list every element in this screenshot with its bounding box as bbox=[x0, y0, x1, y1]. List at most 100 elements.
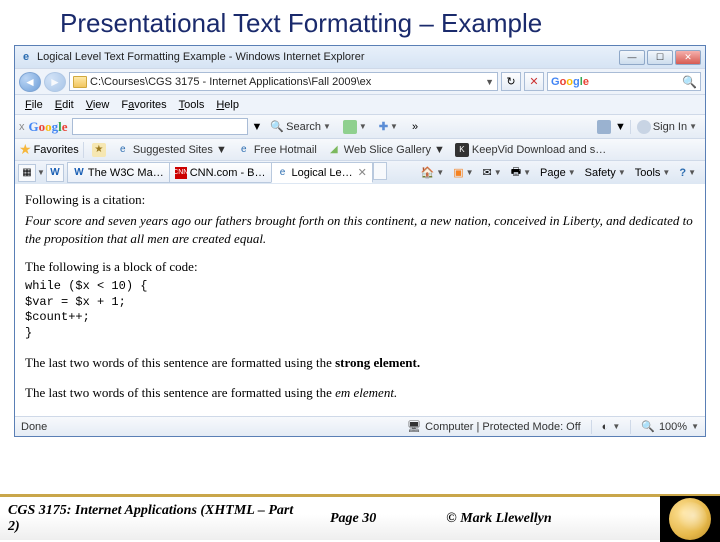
ie-small-icon: e bbox=[237, 143, 251, 157]
tab-label: Logical Le… bbox=[292, 167, 353, 179]
home-icon: 🏠 bbox=[421, 166, 435, 179]
tab-w3c[interactable]: WThe W3C Ma… bbox=[67, 162, 170, 183]
zoom-level: 100% bbox=[659, 421, 687, 433]
cnn-favicon: CNN bbox=[175, 167, 187, 179]
minimize-button[interactable]: — bbox=[619, 50, 645, 65]
favbar-hotmail[interactable]: eFree Hotmail bbox=[233, 143, 321, 157]
folder-icon bbox=[73, 76, 87, 88]
tab-label: The W3C Ma… bbox=[88, 167, 164, 179]
google-toolbar-search[interactable] bbox=[72, 118, 248, 135]
menu-bar: File Edit View Favorites Tools Help bbox=[15, 94, 705, 114]
feeds-button[interactable]: ▣▼ bbox=[450, 166, 476, 179]
toolbar-search-label: Search bbox=[286, 121, 321, 133]
tools-menu[interactable]: Tools▼ bbox=[632, 167, 674, 179]
favorites-bar: ★ Favorites ★ eSuggested Sites▼ eFree Ho… bbox=[15, 138, 705, 160]
slide-title: Presentational Text Formatting – Example bbox=[0, 0, 720, 45]
toolbar-share-button[interactable]: ▼ bbox=[339, 120, 371, 134]
tab-logical[interactable]: eLogical Le… ✕ bbox=[271, 162, 373, 183]
citation-intro: Following is a citation: bbox=[25, 192, 695, 208]
webslice-icon: ◢ bbox=[327, 143, 341, 157]
strong-example-prefix: The last two words of this sentence are … bbox=[25, 355, 335, 370]
address-dropdown-icon[interactable]: ▼ bbox=[485, 77, 494, 87]
em-element: em element. bbox=[335, 385, 397, 400]
page-menu[interactable]: Page▼ bbox=[537, 167, 579, 179]
toolbar-search-button[interactable]: 🔍 Search ▼ bbox=[266, 120, 334, 133]
help-icon: ? bbox=[679, 167, 686, 179]
share-icon bbox=[343, 120, 357, 134]
favbar-webslice[interactable]: ◢Web Slice Gallery▼ bbox=[323, 143, 449, 157]
favorites-star-icon[interactable]: ★ bbox=[19, 141, 32, 158]
footer-course: CGS 3175: Internet Applications (XHTML –… bbox=[0, 503, 300, 535]
em-example: The last two words of this sentence are … bbox=[25, 385, 695, 401]
new-tab-button[interactable] bbox=[373, 162, 387, 180]
window-title: Logical Level Text Formatting Example - … bbox=[37, 51, 365, 63]
pegasus-icon bbox=[669, 498, 711, 540]
em-example-prefix: The last two words of this sentence are … bbox=[25, 385, 335, 400]
google-toolbar: x Google ▼ 🔍 Search ▼ ▼ ✚▼ » ▼ Sign In ▼ bbox=[15, 114, 705, 138]
back-button[interactable]: ◄ bbox=[19, 72, 41, 92]
footer-author: © Mark Llewellyn bbox=[406, 511, 551, 527]
menu-tools[interactable]: Tools bbox=[173, 99, 211, 111]
menu-help[interactable]: Help bbox=[210, 99, 245, 111]
address-field[interactable]: C:\Courses\CGS 3175 - Internet Applicati… bbox=[69, 72, 498, 91]
strong-element: strong element. bbox=[335, 355, 420, 370]
toolbar-overflow[interactable]: » bbox=[406, 121, 424, 133]
favbar-add[interactable]: ★ bbox=[88, 143, 110, 157]
menu-edit[interactable]: Edit bbox=[49, 99, 80, 111]
safety-menu[interactable]: Safety▼ bbox=[582, 167, 629, 179]
favbar-keepvid[interactable]: KKeepVid Download and s… bbox=[451, 143, 610, 157]
keepvid-icon: K bbox=[455, 143, 469, 157]
wrench-icon[interactable] bbox=[597, 120, 611, 134]
quicklaunch-2[interactable]: W bbox=[46, 164, 64, 182]
print-button[interactable]: 🖶▼ bbox=[508, 163, 534, 182]
google-toolbar-logo: Google bbox=[29, 119, 68, 135]
address-text: C:\Courses\CGS 3175 - Internet Applicati… bbox=[90, 76, 482, 88]
toolbar-close-icon[interactable]: x bbox=[19, 121, 25, 133]
google-search-dropdown-icon[interactable]: ▼ bbox=[252, 121, 263, 133]
zoom-icon[interactable]: 🔍 bbox=[641, 420, 655, 433]
search-icon[interactable]: 🔍 bbox=[682, 75, 697, 89]
tab-row: ▦▼ W WThe W3C Ma… CNNCNN.com - B… eLogic… bbox=[15, 160, 705, 184]
search-plus-icon: 🔍 bbox=[270, 120, 284, 133]
menu-favorites[interactable]: Favorites bbox=[115, 99, 172, 111]
close-button[interactable]: ✕ bbox=[675, 50, 701, 65]
footer-page: Page 30 bbox=[300, 511, 406, 527]
strong-example: The last two words of this sentence are … bbox=[25, 355, 695, 371]
browser-search-field[interactable]: Google 🔍 bbox=[547, 72, 701, 91]
page-content: Following is a citation: Four score and … bbox=[15, 184, 705, 416]
tab-cnn[interactable]: CNNCNN.com - B… bbox=[169, 162, 272, 183]
computer-icon: 🖥 bbox=[407, 420, 421, 433]
status-bar: Done 🖥 Computer | Protected Mode: Off ◐▼… bbox=[15, 416, 705, 436]
home-button[interactable]: 🏠▼ bbox=[418, 166, 448, 179]
quicklaunch-1[interactable]: ▦ bbox=[18, 164, 36, 182]
help-button[interactable]: ?▼ bbox=[676, 167, 699, 179]
zoom-dropdown-icon[interactable]: ▼ bbox=[691, 422, 699, 431]
maximize-button[interactable]: ☐ bbox=[647, 50, 673, 65]
stop-button[interactable]: ✕ bbox=[524, 72, 544, 91]
menu-view[interactable]: View bbox=[80, 99, 116, 111]
google-logo-icon: Google bbox=[551, 76, 589, 88]
hotmail-label: Free Hotmail bbox=[254, 144, 317, 156]
ucf-logo bbox=[660, 496, 720, 542]
ie-favicon: e bbox=[277, 167, 289, 179]
address-bar: ◄ ► C:\Courses\CGS 3175 - Internet Appli… bbox=[15, 68, 705, 94]
status-mode-icon[interactable]: ◐ bbox=[602, 421, 609, 433]
w3c-favicon: W bbox=[73, 167, 85, 179]
page-label: Page bbox=[540, 167, 566, 179]
favorites-label[interactable]: Favorites bbox=[34, 144, 79, 156]
tab-close-icon[interactable]: ✕ bbox=[358, 166, 367, 179]
refresh-button[interactable]: ↻ bbox=[501, 72, 521, 91]
mail-icon: ✉ bbox=[483, 166, 492, 179]
forward-button[interactable]: ► bbox=[44, 72, 66, 92]
toolbar-more-button[interactable]: ✚▼ bbox=[375, 120, 402, 133]
code-intro: The following is a block of code: bbox=[25, 259, 695, 275]
tools-label: Tools bbox=[635, 167, 661, 179]
ie-window: e Logical Level Text Formatting Example … bbox=[14, 45, 706, 437]
favbar-suggested[interactable]: eSuggested Sites▼ bbox=[112, 143, 231, 157]
window-titlebar: e Logical Level Text Formatting Example … bbox=[15, 46, 705, 68]
keepvid-label: KeepVid Download and s… bbox=[472, 144, 606, 156]
code-block: while ($x < 10) { $var = $x + 1; $count+… bbox=[25, 279, 695, 341]
menu-file[interactable]: File bbox=[19, 99, 49, 111]
toolbar-signin[interactable]: Sign In ▼ bbox=[630, 120, 701, 134]
mail-button[interactable]: ✉▼ bbox=[480, 166, 505, 179]
